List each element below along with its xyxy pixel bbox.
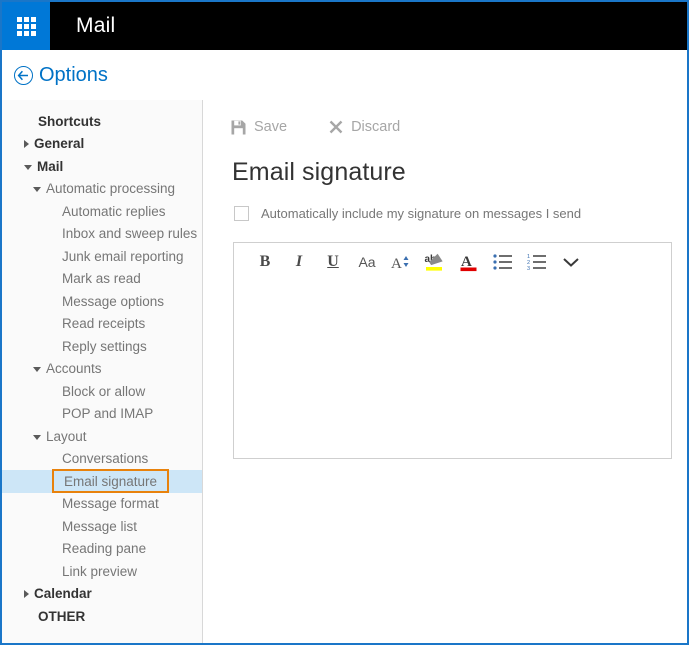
sidebar-item-label: Message list [62, 519, 137, 534]
numbered-list-icon[interactable]: 1 2 3 [520, 247, 554, 277]
sidebar-item-label: Read receipts [62, 316, 145, 331]
discard-x-icon [329, 120, 343, 134]
chevron-down-icon[interactable] [33, 187, 41, 192]
waffle-grid-icon [17, 17, 36, 36]
sidebar-item-reply-settings[interactable]: Reply settings [2, 335, 202, 358]
sidebar-item-message-format[interactable]: Message format [2, 493, 202, 516]
italic-icon[interactable]: I [282, 247, 316, 277]
bulleted-list-icon[interactable] [486, 247, 520, 277]
app-launcher-button[interactable] [2, 2, 50, 50]
options-header: Options [2, 50, 687, 100]
sidebar-item-other[interactable]: OTHER [2, 605, 202, 628]
sidebar-item-accounts[interactable]: Accounts [2, 358, 202, 381]
sidebar-item-message-options[interactable]: Message options [2, 290, 202, 313]
chevron-right-icon[interactable] [24, 140, 29, 148]
sidebar-item-label: Block or allow [62, 384, 145, 399]
sidebar-item-focus-outline: Email signature [52, 469, 169, 493]
sidebar-item-link-preview[interactable]: Link preview [2, 560, 202, 583]
underline-icon[interactable]: U [316, 247, 350, 277]
sidebar-item-label: Message format [62, 496, 159, 511]
signature-editor-body[interactable] [234, 281, 671, 458]
bold-icon[interactable]: B [248, 247, 282, 277]
sidebar-item-label: Message options [62, 294, 164, 309]
svg-text:3: 3 [527, 266, 530, 271]
sidebar-item-pop-and-imap[interactable]: POP and IMAP [2, 403, 202, 426]
back-arrow-circle-icon [14, 66, 33, 85]
sidebar-item-conversations[interactable]: Conversations [2, 448, 202, 471]
save-button[interactable]: Save [231, 119, 287, 135]
sidebar-item-label: Inbox and sweep rules [62, 226, 197, 241]
sidebar-item-label: Calendar [34, 586, 92, 601]
sidebar-item-label: POP and IMAP [62, 406, 153, 421]
sidebar-item-reading-pane[interactable]: Reading pane [2, 538, 202, 561]
page-title: Email signature [204, 142, 687, 187]
more-options-chevron-down-icon[interactable] [554, 247, 588, 277]
sidebar-item-label: Layout [46, 429, 87, 444]
sidebar-item-label: Accounts [46, 361, 102, 376]
font-size-icon[interactable]: A [384, 247, 418, 277]
sidebar-item-label: Mark as read [62, 271, 141, 286]
sidebar-item-read-receipts[interactable]: Read receipts [2, 313, 202, 336]
options-label: Options [39, 65, 108, 85]
main-panel: Save Discard Email signature Automatical… [204, 100, 687, 643]
auto-include-signature-checkbox[interactable] [234, 206, 249, 221]
auto-include-signature-label: Automatically include my signature on me… [261, 206, 581, 221]
options-sidebar[interactable]: Shortcuts General Mail Automatic processing… [2, 100, 203, 643]
sidebar-item-automatic-processing[interactable]: Automatic processing [2, 178, 202, 201]
sidebar-item-calendar[interactable]: Calendar [2, 583, 202, 606]
top-app-bar: Mail [2, 2, 687, 50]
sidebar-item-inbox-and-sweep-rules[interactable]: Inbox and sweep rules [2, 223, 202, 246]
options-back-link[interactable]: Options [14, 65, 108, 85]
font-color-icon[interactable]: A [452, 247, 486, 277]
command-bar: Save Discard [204, 100, 687, 142]
discard-label: Discard [351, 119, 400, 135]
auto-include-signature-row[interactable]: Automatically include my signature on me… [204, 187, 687, 221]
chevron-down-icon[interactable] [33, 367, 41, 372]
sidebar-item-label: Automatic processing [46, 181, 175, 196]
svg-text:A: A [391, 256, 402, 272]
sidebar-item-junk-email-reporting[interactable]: Junk email reporting [2, 245, 202, 268]
sidebar-item-label: Link preview [62, 564, 137, 579]
editor-toolbar: B I U Aa A ab [234, 243, 671, 281]
options-window: Mail Options Shortcuts General Mail Automat… [0, 0, 689, 645]
sidebar-item-message-list[interactable]: Message list [2, 515, 202, 538]
sidebar-item-general[interactable]: General [2, 133, 202, 156]
sidebar-item-email-signature[interactable]: Email signatureEmail signature [2, 470, 202, 493]
sidebar-item-automatic-replies[interactable]: Automatic replies [2, 200, 202, 223]
sidebar-item-mark-as-read[interactable]: Mark as read [2, 268, 202, 291]
sidebar-item-label: Reply settings [62, 339, 147, 354]
sidebar-item-mail[interactable]: Mail [2, 155, 202, 178]
sidebar-item-label: Shortcuts [38, 114, 101, 129]
save-label: Save [254, 119, 287, 135]
highlight-icon[interactable]: ab [418, 247, 452, 277]
sidebar-item-layout[interactable]: Layout [2, 425, 202, 448]
sidebar-item-label: Reading pane [62, 541, 146, 556]
sidebar-item-shortcuts[interactable]: Shortcuts [2, 110, 202, 133]
sidebar-item-label: General [34, 136, 84, 151]
discard-button[interactable]: Discard [329, 119, 400, 135]
sidebar-item-label: Junk email reporting [62, 249, 184, 264]
signature-editor: B I U Aa A ab [233, 242, 672, 459]
chevron-down-icon[interactable] [24, 165, 32, 170]
sidebar-item-label: Automatic replies [62, 204, 166, 219]
sidebar-item-label: Conversations [62, 451, 148, 466]
save-floppy-icon [231, 120, 246, 135]
app-title: Mail [76, 14, 115, 38]
chevron-down-icon[interactable] [33, 435, 41, 440]
font-family-icon[interactable]: Aa [350, 247, 384, 277]
chevron-right-icon[interactable] [24, 590, 29, 598]
sidebar-item-label: Mail [37, 159, 63, 174]
sidebar-item-block-or-allow[interactable]: Block or allow [2, 380, 202, 403]
sidebar-item-label: OTHER [38, 609, 85, 624]
